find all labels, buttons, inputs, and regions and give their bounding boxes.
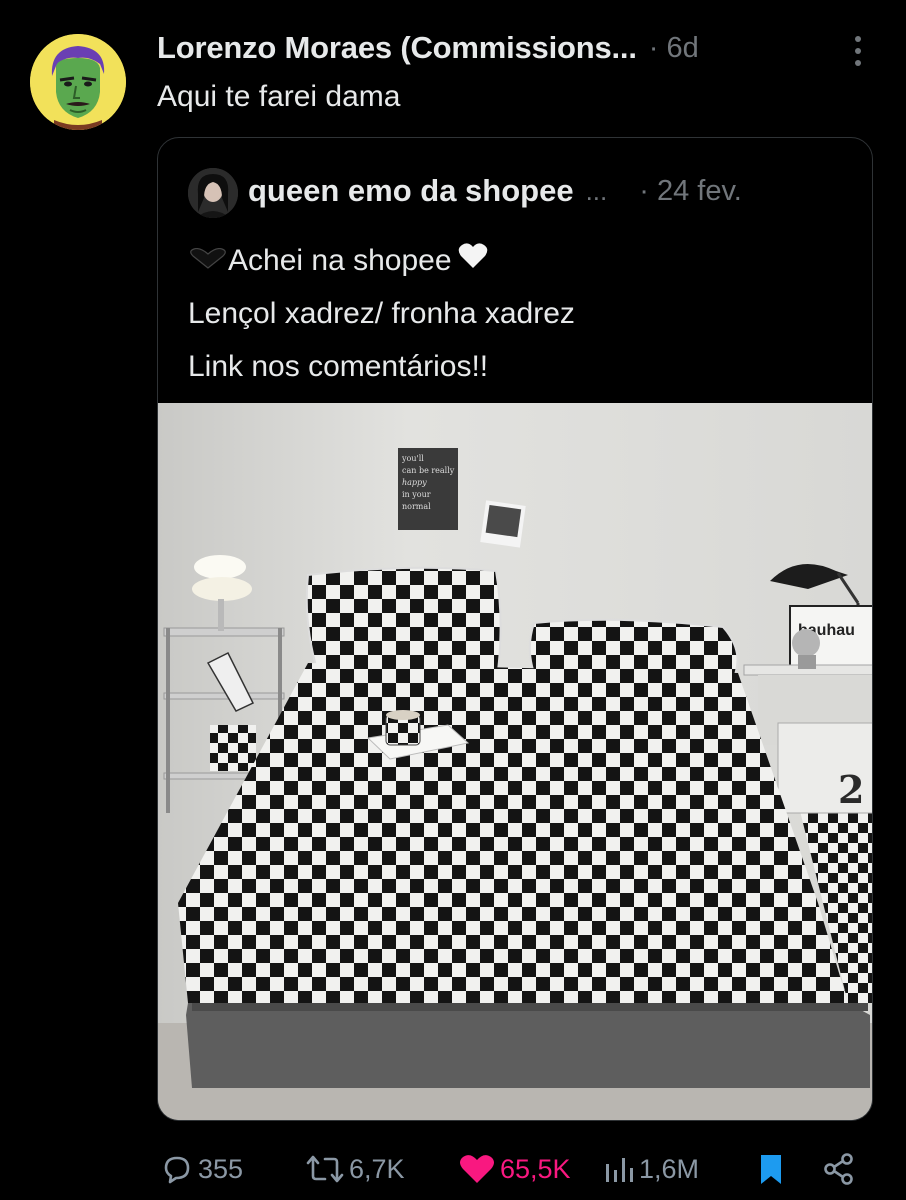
quoted-post-timestamp[interactable]: · 24 fev.: [639, 175, 742, 208]
view-count: 1,6M: [639, 1153, 700, 1184]
bar-chart-icon: [606, 1158, 633, 1182]
quoted-line-1: Achei na shopee: [228, 244, 452, 277]
share-icon: [824, 1153, 853, 1185]
repost-count: 6,7K: [349, 1153, 405, 1184]
bookmark-button[interactable]: [756, 1148, 786, 1190]
quoted-post-header: queen emo da shopee ... · 24 fev.: [248, 171, 848, 211]
post-timestamp[interactable]: · 6d: [649, 32, 699, 65]
quoted-post-card[interactable]: queen emo da shopee ... · 24 fev. Achei …: [157, 137, 873, 1121]
quoted-line-2: Lençol xadrez/ fronha xadrez: [188, 297, 575, 330]
quoted-text-line: Lençol xadrez/ fronha xadrez: [188, 287, 575, 340]
quoted-author-name[interactable]: queen emo da shopee: [248, 173, 574, 209]
reply-count: 355: [198, 1153, 244, 1184]
quoted-line-3: Link nos comentários!!: [188, 350, 489, 383]
quoted-author-ellipsis: ...: [585, 175, 608, 206]
quoted-author-avatar[interactable]: [188, 168, 238, 218]
quoted-text-line: Achei na shopee: [188, 234, 575, 287]
heart-icon: [460, 1155, 494, 1183]
share-button[interactable]: [822, 1148, 856, 1190]
black-heart-icon: [188, 234, 228, 287]
repost-icon: [306, 1155, 344, 1183]
poster-line: you'll: [401, 454, 424, 463]
post-header: Lorenzo Moraes (Commissions... · 6d: [157, 28, 857, 68]
author-avatar[interactable]: [30, 34, 126, 130]
poster-line: in your: [402, 490, 431, 499]
poster-line: happy: [402, 478, 427, 487]
poster-line: normal: [402, 502, 431, 511]
box-number: 2: [838, 767, 864, 812]
white-heart-icon: [458, 234, 488, 287]
views-button[interactable]: 1,6M: [603, 1148, 699, 1190]
more-options-icon[interactable]: [848, 34, 868, 68]
avatar-illustration: [30, 34, 126, 130]
bookmark-icon: [761, 1155, 781, 1184]
reply-button[interactable]: 355: [160, 1148, 243, 1190]
quoted-post-text: Achei na shopee Lençol xadrez/ fronha xa…: [188, 234, 575, 393]
poster-line: can be really: [402, 466, 455, 475]
author-name[interactable]: Lorenzo Moraes (Commissions...: [157, 30, 637, 66]
checkered-bed-photo[interactable]: you'll can be really happy in your norma…: [158, 403, 873, 1121]
quoted-text-line: Link nos comentários!!: [188, 340, 575, 393]
reply-icon: [164, 1156, 190, 1184]
wall-poster: you'll can be really happy in your norma…: [398, 448, 458, 530]
like-count: 65,5K: [500, 1153, 571, 1184]
post-text: Aqui te farei dama: [157, 80, 401, 113]
post-action-bar: 355 6,7K 65,5K 1,6M: [0, 1148, 906, 1190]
repost-button[interactable]: 6,7K: [305, 1148, 405, 1190]
like-button[interactable]: 65,5K: [458, 1148, 571, 1190]
